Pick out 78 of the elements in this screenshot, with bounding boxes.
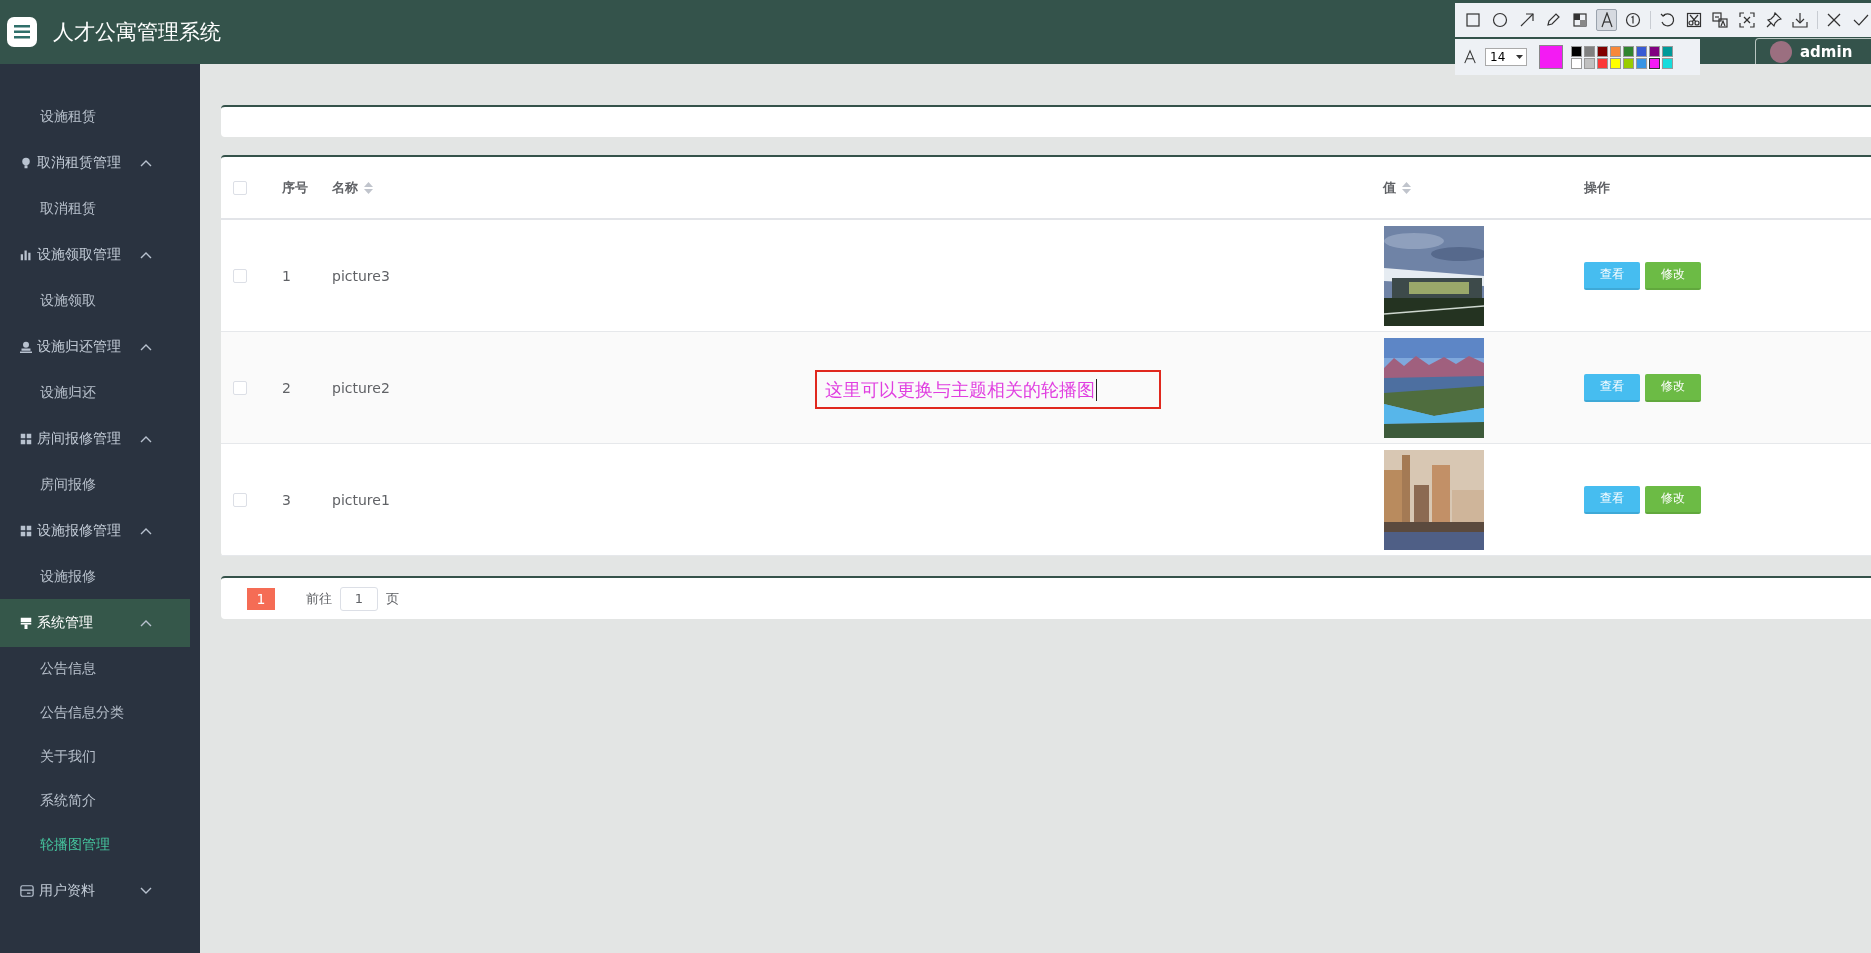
sidebar-item[interactable]: 公告信息分类 (0, 691, 200, 735)
chevron-icon (140, 251, 152, 259)
table-cell: picture1 (332, 491, 390, 508)
sidebar-item[interactable]: 轮播图管理 (0, 823, 200, 867)
crop-icon[interactable] (1736, 9, 1758, 31)
sidebar-group[interactable]: 设施领取管理 (0, 231, 190, 279)
user-menu[interactable]: admin (1755, 38, 1871, 64)
caret-icon (1516, 55, 1523, 59)
font-size-select[interactable]: 14 (1485, 48, 1527, 66)
text-tool-icon[interactable] (1596, 9, 1618, 31)
row-checkbox[interactable] (233, 492, 247, 507)
font-size-icon (1463, 49, 1477, 65)
table-cell: picture3 (332, 267, 390, 284)
table-cell: 3 (282, 491, 291, 508)
sidebar-item[interactable]: 设施归还 (0, 371, 200, 415)
column-header: 操作 (1584, 178, 1610, 197)
color-swatch[interactable] (1623, 45, 1634, 57)
sidebar-item[interactable]: 房间报修 (0, 463, 200, 507)
annotation-text: 这里可以更换与主题相关的轮播图 (825, 377, 1095, 402)
form-icon (20, 884, 34, 898)
sidebar-group[interactable]: 取消租赁管理 (0, 139, 190, 187)
sidebar-group[interactable]: 用户资料 (0, 867, 190, 915)
column-header[interactable]: 值 (1383, 178, 1411, 197)
color-swatch[interactable] (1571, 45, 1582, 57)
translate-icon[interactable] (1710, 9, 1731, 31)
color-swatch[interactable] (1649, 45, 1660, 57)
sidebar-item[interactable]: 关于我们 (0, 735, 200, 779)
sidebar-item[interactable]: 系统简介 (0, 779, 200, 823)
row-checkbox[interactable] (233, 380, 247, 395)
chevron-icon (140, 619, 152, 627)
column-header[interactable]: 名称 (332, 178, 373, 197)
sidebar-item[interactable]: 设施租赁 (0, 95, 200, 139)
current-color-swatch[interactable] (1539, 45, 1563, 69)
color-swatch[interactable] (1636, 57, 1647, 69)
goto-label: 前往 (306, 589, 332, 608)
table-cell: 1 (282, 267, 291, 284)
color-swatch[interactable] (1636, 45, 1647, 57)
color-swatch[interactable] (1610, 45, 1621, 57)
chevron-icon (140, 159, 152, 167)
sidebar-item[interactable]: 设施领取 (0, 279, 200, 323)
color-swatch[interactable] (1584, 45, 1595, 57)
select-all-checkbox[interactable] (233, 180, 247, 195)
table-cell: picture2 (332, 379, 390, 396)
color-swatch[interactable] (1649, 57, 1660, 69)
column-header: 序号 (282, 178, 308, 197)
color-swatch[interactable] (1662, 45, 1673, 57)
page-input[interactable]: 1 (340, 586, 378, 611)
text-cursor (1096, 378, 1097, 401)
chevron-icon (140, 887, 152, 895)
color-swatch[interactable] (1571, 57, 1582, 69)
color-swatch[interactable] (1597, 45, 1608, 57)
color-swatch[interactable] (1623, 57, 1634, 69)
grid-icon (20, 433, 32, 445)
lightbulb-icon (20, 156, 32, 170)
sidebar-group[interactable]: 系统管理 (0, 599, 190, 647)
bar-chart-icon (20, 249, 32, 261)
app-title: 人才公寓管理系统 (53, 19, 221, 46)
paint-roller-icon (20, 616, 32, 630)
person-icon (20, 341, 32, 353)
page-suffix: 页 (386, 589, 399, 608)
chevron-icon (140, 343, 152, 351)
sidebar-item[interactable]: 取消租赁 (0, 187, 200, 231)
sidebar-group[interactable]: 设施归还管理 (0, 323, 190, 371)
color-swatch[interactable] (1584, 57, 1595, 69)
row-checkbox[interactable] (233, 268, 247, 283)
table-cell: 2 (282, 379, 291, 396)
grid-icon (20, 525, 32, 537)
sidebar-item[interactable]: 公告信息 (0, 647, 200, 691)
avatar (1770, 40, 1792, 63)
color-swatch[interactable] (1610, 57, 1621, 69)
chevron-icon (140, 527, 152, 535)
color-swatch[interactable] (1662, 57, 1673, 69)
sidebar-group[interactable]: 设施报修管理 (0, 507, 190, 555)
sidebar-item[interactable]: 设施报修 (0, 555, 200, 599)
chevron-icon (140, 435, 152, 443)
sidebar-group[interactable]: 房间报修管理 (0, 415, 190, 463)
color-swatch[interactable] (1597, 57, 1608, 69)
menu-icon[interactable] (7, 17, 37, 47)
